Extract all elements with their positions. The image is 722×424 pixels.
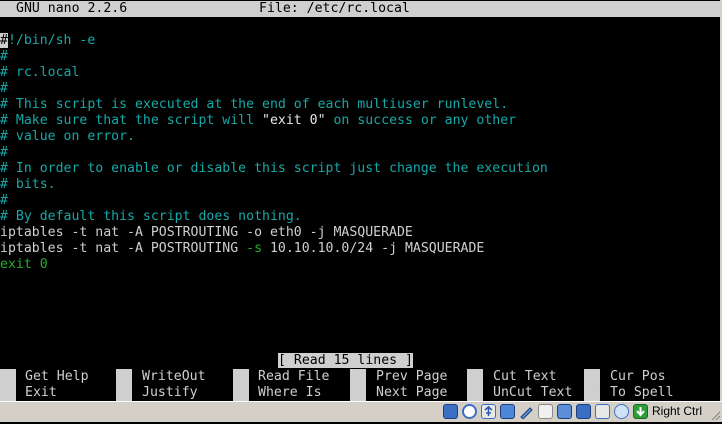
shortcut-key: ^C [584, 369, 600, 385]
editor-line[interactable]: # This script is executed at the end of … [0, 97, 508, 113]
shared-folders-icon[interactable] [500, 404, 515, 419]
shortcut-key: ^T [584, 385, 600, 401]
quoted-string: "exit 0" [262, 113, 326, 128]
arrow-down-icon[interactable] [633, 404, 648, 419]
recording-icon[interactable] [576, 404, 591, 419]
hard-disk-icon[interactable] [443, 404, 458, 419]
shortcut-key: ^W [233, 385, 249, 401]
file-name: File: /etc/rc.local [259, 1, 410, 16]
shortcut-to-spell[interactable]: To Spell [610, 385, 674, 401]
highlighted-option: -s [246, 241, 263, 256]
editor-line[interactable]: # [0, 193, 8, 209]
app-version: GNU nano 2.2.6 [16, 1, 128, 16]
network-icon[interactable] [557, 404, 572, 419]
terminal-screen[interactable]: GNU nano 2.2.6 File: /etc/rc.local #!/bi… [0, 0, 722, 401]
editor-line[interactable]: # value on error. [0, 129, 135, 145]
shortcut-justify[interactable]: Justify [142, 385, 198, 401]
editor-line[interactable]: iptables -t nat -A POSTROUTING -o eth0 -… [0, 225, 413, 241]
editor-line[interactable]: # In order to enable or disable this scr… [0, 161, 548, 177]
shortcut-key: ^G [0, 369, 16, 385]
shortcut-key: ^O [116, 369, 132, 385]
shortcut-next-page[interactable]: Next Page [376, 385, 447, 401]
display-icon[interactable] [519, 404, 534, 420]
video-capture-icon[interactable] [538, 404, 553, 419]
shortcut-exit[interactable]: Exit [25, 385, 57, 401]
shortcut-read-file[interactable]: Read File [258, 369, 329, 385]
editor-line[interactable]: # By default this script does nothing. [0, 209, 302, 225]
shortcut-key: ^V [350, 385, 366, 401]
mouse-integration-icon[interactable] [595, 404, 610, 419]
shortcut-prev-page[interactable]: Prev Page [376, 369, 447, 385]
editor-line[interactable]: # [0, 49, 8, 65]
mouse-integration-icon[interactable] [614, 404, 629, 419]
shortcut-writeout[interactable]: WriteOut [142, 369, 206, 385]
text-cursor: # [0, 33, 8, 48]
nano-title-bar: GNU nano 2.2.6 File: /etc/rc.local [0, 1, 720, 17]
shortcut-key: ^R [233, 369, 249, 385]
optical-drive-icon[interactable] [462, 404, 477, 419]
shortcut-uncut-text[interactable]: UnCut Text [493, 385, 572, 401]
editor-line[interactable]: # [0, 81, 8, 97]
shortcut-key: ^X [0, 385, 16, 401]
host-key-label: Right Ctrl [652, 404, 703, 418]
shortcut-key: ^U [467, 385, 483, 401]
shortcut-key: ^J [116, 385, 132, 401]
editor-line[interactable]: iptables -t nat -A POSTROUTING -s 10.10.… [0, 241, 484, 257]
editor-line[interactable]: # bits. [0, 177, 56, 193]
resize-grip-icon[interactable] [710, 410, 720, 420]
shortcut-where-is[interactable]: Where Is [258, 385, 322, 401]
shortcut-cur-pos[interactable]: Cur Pos [610, 369, 666, 385]
editor-line[interactable]: exit 0 [0, 257, 48, 273]
shortcut-key: ^Y [350, 369, 366, 385]
status-message: [ Read 15 lines ] [278, 353, 413, 368]
vm-status-bar: Right Ctrl [0, 401, 722, 422]
editor-line[interactable]: # Make sure that the script will "exit 0… [0, 113, 516, 129]
usb-icon[interactable] [481, 404, 496, 419]
shortcut-key: ^K [467, 369, 483, 385]
shortcut-cut-text[interactable]: Cut Text [493, 369, 557, 385]
editor-line[interactable]: # [0, 145, 8, 161]
editor-line[interactable]: #!/bin/sh -e [0, 33, 95, 49]
editor-line[interactable]: # rc.local [0, 65, 79, 81]
shortcut-get-help[interactable]: Get Help [25, 369, 89, 385]
